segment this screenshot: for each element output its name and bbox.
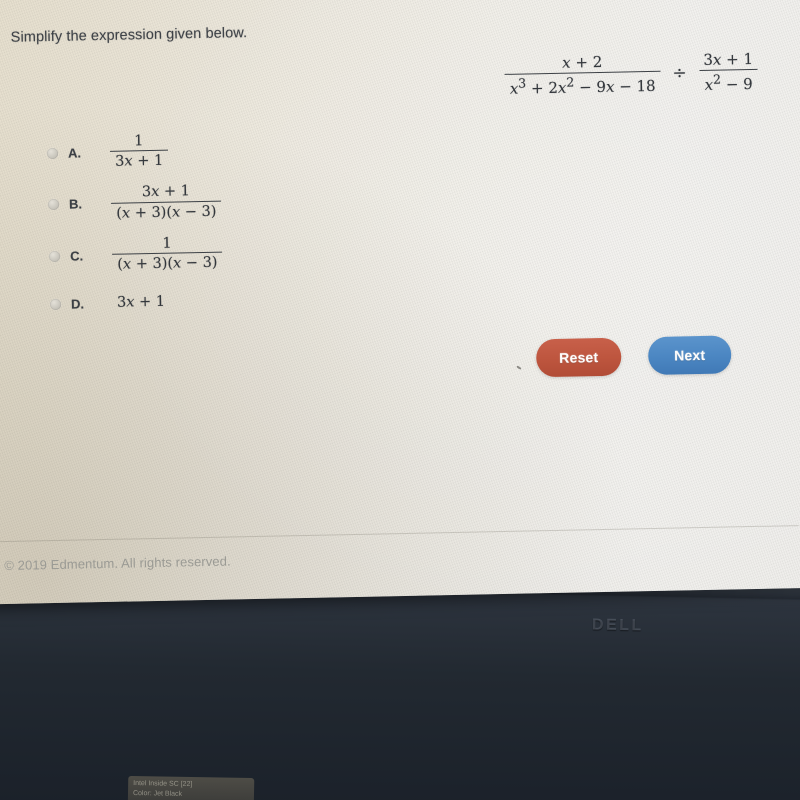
right-fraction-denominator: x2 − 9 — [699, 68, 758, 94]
dust-speck — [516, 365, 522, 370]
dell-brand-logo: DELL — [591, 616, 644, 635]
option-b-value: 3x + 1 (x + 3)(x − 3) — [111, 183, 222, 222]
monitor-screen: Simplify the expression given below. x +… — [0, 0, 800, 605]
hardware-sticker: Intel Inside SC [22] Color: Jet Black — [127, 775, 255, 800]
option-a[interactable]: A. 1 3x + 1 — [46, 129, 368, 172]
option-c-value: 1 (x + 3)(x − 3) — [112, 235, 223, 274]
left-fraction-numerator: x + 2 — [561, 52, 603, 72]
left-fraction-denominator: x3 + 2x2 − 9x − 18 — [504, 70, 661, 98]
reset-button[interactable]: Reset — [535, 337, 622, 378]
photographed-screen-scene: DELL Intel Inside SC [22] Color: Jet Bla… — [0, 0, 800, 800]
radio-button-d[interactable] — [49, 298, 62, 310]
copyright-footer: © 2019 Edmentum. All rights reserved. — [4, 553, 231, 574]
radio-button-c[interactable] — [48, 250, 61, 262]
option-b[interactable]: B. 3x + 1 (x + 3)(x − 3) — [47, 180, 369, 223]
action-buttons: Reset Next — [535, 335, 732, 378]
question-prompt: Simplify the expression given below. — [10, 25, 248, 46]
right-fraction-numerator: 3x + 1 — [703, 49, 754, 69]
answer-options-list: A. 1 3x + 1 B. 3x + 1 (x + 3)(x − 3) C. … — [46, 129, 371, 335]
option-letter-d: D. — [70, 296, 85, 312]
option-d-value: 3x + 1 — [116, 294, 166, 312]
option-letter-c: C. — [69, 248, 84, 264]
option-b-numerator: 3x + 1 — [141, 183, 191, 201]
sticker-line-2: Color: Jet Black — [132, 789, 183, 798]
option-a-numerator: 1 — [134, 133, 144, 150]
quiz-page: Simplify the expression given below. x +… — [0, 0, 800, 588]
radio-button-a[interactable] — [46, 147, 59, 159]
footer-divider — [0, 525, 799, 543]
option-a-denominator: 3x + 1 — [110, 149, 169, 171]
option-letter-b: B. — [68, 196, 83, 212]
radio-button-b[interactable] — [47, 199, 60, 211]
option-letter-a: A. — [67, 145, 82, 161]
option-d[interactable]: D. 3x + 1 — [49, 283, 371, 319]
option-b-denominator: (x + 3)(x − 3) — [111, 200, 222, 222]
math-expression: x + 2 x3 + 2x2 − 9x − 18 ÷ 3x + 1 x2 − 9 — [504, 49, 759, 98]
option-c-numerator: 1 — [162, 235, 172, 252]
option-c[interactable]: C. 1 (x + 3)(x − 3) — [48, 232, 370, 275]
division-operator-icon: ÷ — [672, 63, 687, 84]
next-button[interactable]: Next — [647, 335, 732, 376]
left-fraction: x + 2 x3 + 2x2 − 9x − 18 — [504, 53, 661, 98]
right-fraction: 3x + 1 x2 − 9 — [698, 49, 758, 94]
option-a-value: 1 3x + 1 — [110, 133, 169, 171]
option-c-denominator: (x + 3)(x − 3) — [112, 251, 223, 274]
